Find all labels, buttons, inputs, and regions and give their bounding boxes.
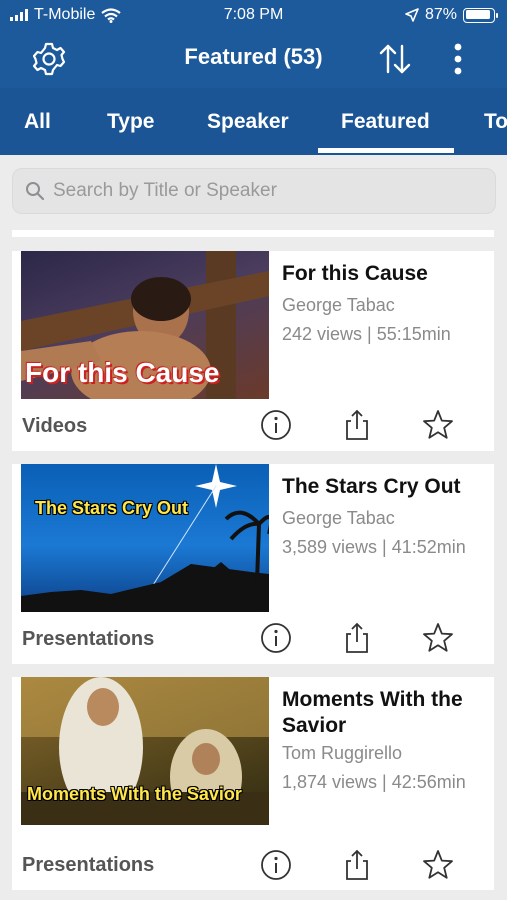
tab-topic[interactable]: To (484, 110, 507, 134)
thumbnail-artwork (21, 464, 269, 612)
status-bar: T-Mobile 7:08 PM 87% (0, 0, 507, 30)
item-info: Moments With the Savior Tom Ruggirello 1… (282, 687, 487, 793)
item-info: For this Cause George Tabac 242 views | … (282, 261, 487, 345)
share-icon[interactable] (340, 408, 374, 442)
star-icon[interactable] (421, 621, 455, 655)
tab-type[interactable]: Type (107, 110, 154, 134)
star-icon[interactable] (421, 848, 455, 882)
search-bar[interactable] (12, 168, 496, 214)
page-title: Featured (53) (184, 44, 323, 69)
star-icon[interactable] (421, 408, 455, 442)
list-item-partial (12, 230, 494, 237)
thumbnail[interactable]: Moments With the Savior (21, 677, 269, 825)
item-title[interactable]: For this Cause (282, 261, 487, 287)
battery-percent: 87% (424, 6, 457, 23)
search-input[interactable] (53, 180, 473, 202)
item-speaker: Tom Ruggirello (282, 743, 403, 763)
tab-speaker[interactable]: Speaker (207, 110, 289, 134)
list-item[interactable]: The Stars Cry Out The Stars Cry Out Geor… (12, 464, 494, 664)
item-info: The Stars Cry Out George Tabac 3,589 vie… (282, 474, 487, 558)
selected-tab-indicator (318, 148, 454, 153)
item-type: Presentations (22, 854, 155, 876)
item-meta: 1,874 views | 42:56min (282, 772, 466, 792)
location-arrow-icon (405, 8, 419, 22)
search-icon (26, 182, 45, 201)
item-speaker: George Tabac (282, 295, 395, 315)
info-icon[interactable] (259, 621, 293, 655)
thumbnail[interactable]: For this Cause (21, 251, 269, 399)
share-icon[interactable] (340, 848, 374, 882)
category-tabs: All Type Speaker Featured To (0, 88, 507, 155)
thumbnail-caption: Moments With the Savior (27, 784, 242, 804)
info-icon[interactable] (259, 848, 293, 882)
item-meta: 3,589 views | 41:52min (282, 537, 466, 557)
tab-all[interactable]: All (24, 110, 51, 134)
item-speaker: George Tabac (282, 508, 395, 528)
item-title[interactable]: The Stars Cry Out (282, 474, 487, 500)
sort-icon[interactable] (376, 40, 414, 78)
thumbnail-caption: For this Cause (25, 357, 220, 388)
item-meta: 242 views | 55:15min (282, 324, 451, 344)
thumbnail[interactable]: The Stars Cry Out (21, 464, 269, 612)
list-item[interactable]: For this Cause For this Cause George Tab… (12, 251, 494, 451)
tab-featured[interactable]: Featured (341, 110, 430, 134)
list-item[interactable]: Moments With the Savior Moments With the… (12, 677, 494, 890)
share-icon[interactable] (340, 621, 374, 655)
app-header: Featured (53) (0, 32, 507, 84)
battery-icon (463, 7, 498, 23)
item-type: Presentations (22, 628, 155, 650)
item-type: Videos (22, 415, 88, 437)
item-title[interactable]: Moments With the Savior (282, 687, 487, 739)
info-icon[interactable] (259, 408, 293, 442)
thumbnail-caption: The Stars Cry Out (35, 498, 189, 518)
top-bar: T-Mobile 7:08 PM 87% Featured (53) All T… (0, 0, 507, 155)
more-vertical-icon[interactable] (444, 40, 472, 78)
